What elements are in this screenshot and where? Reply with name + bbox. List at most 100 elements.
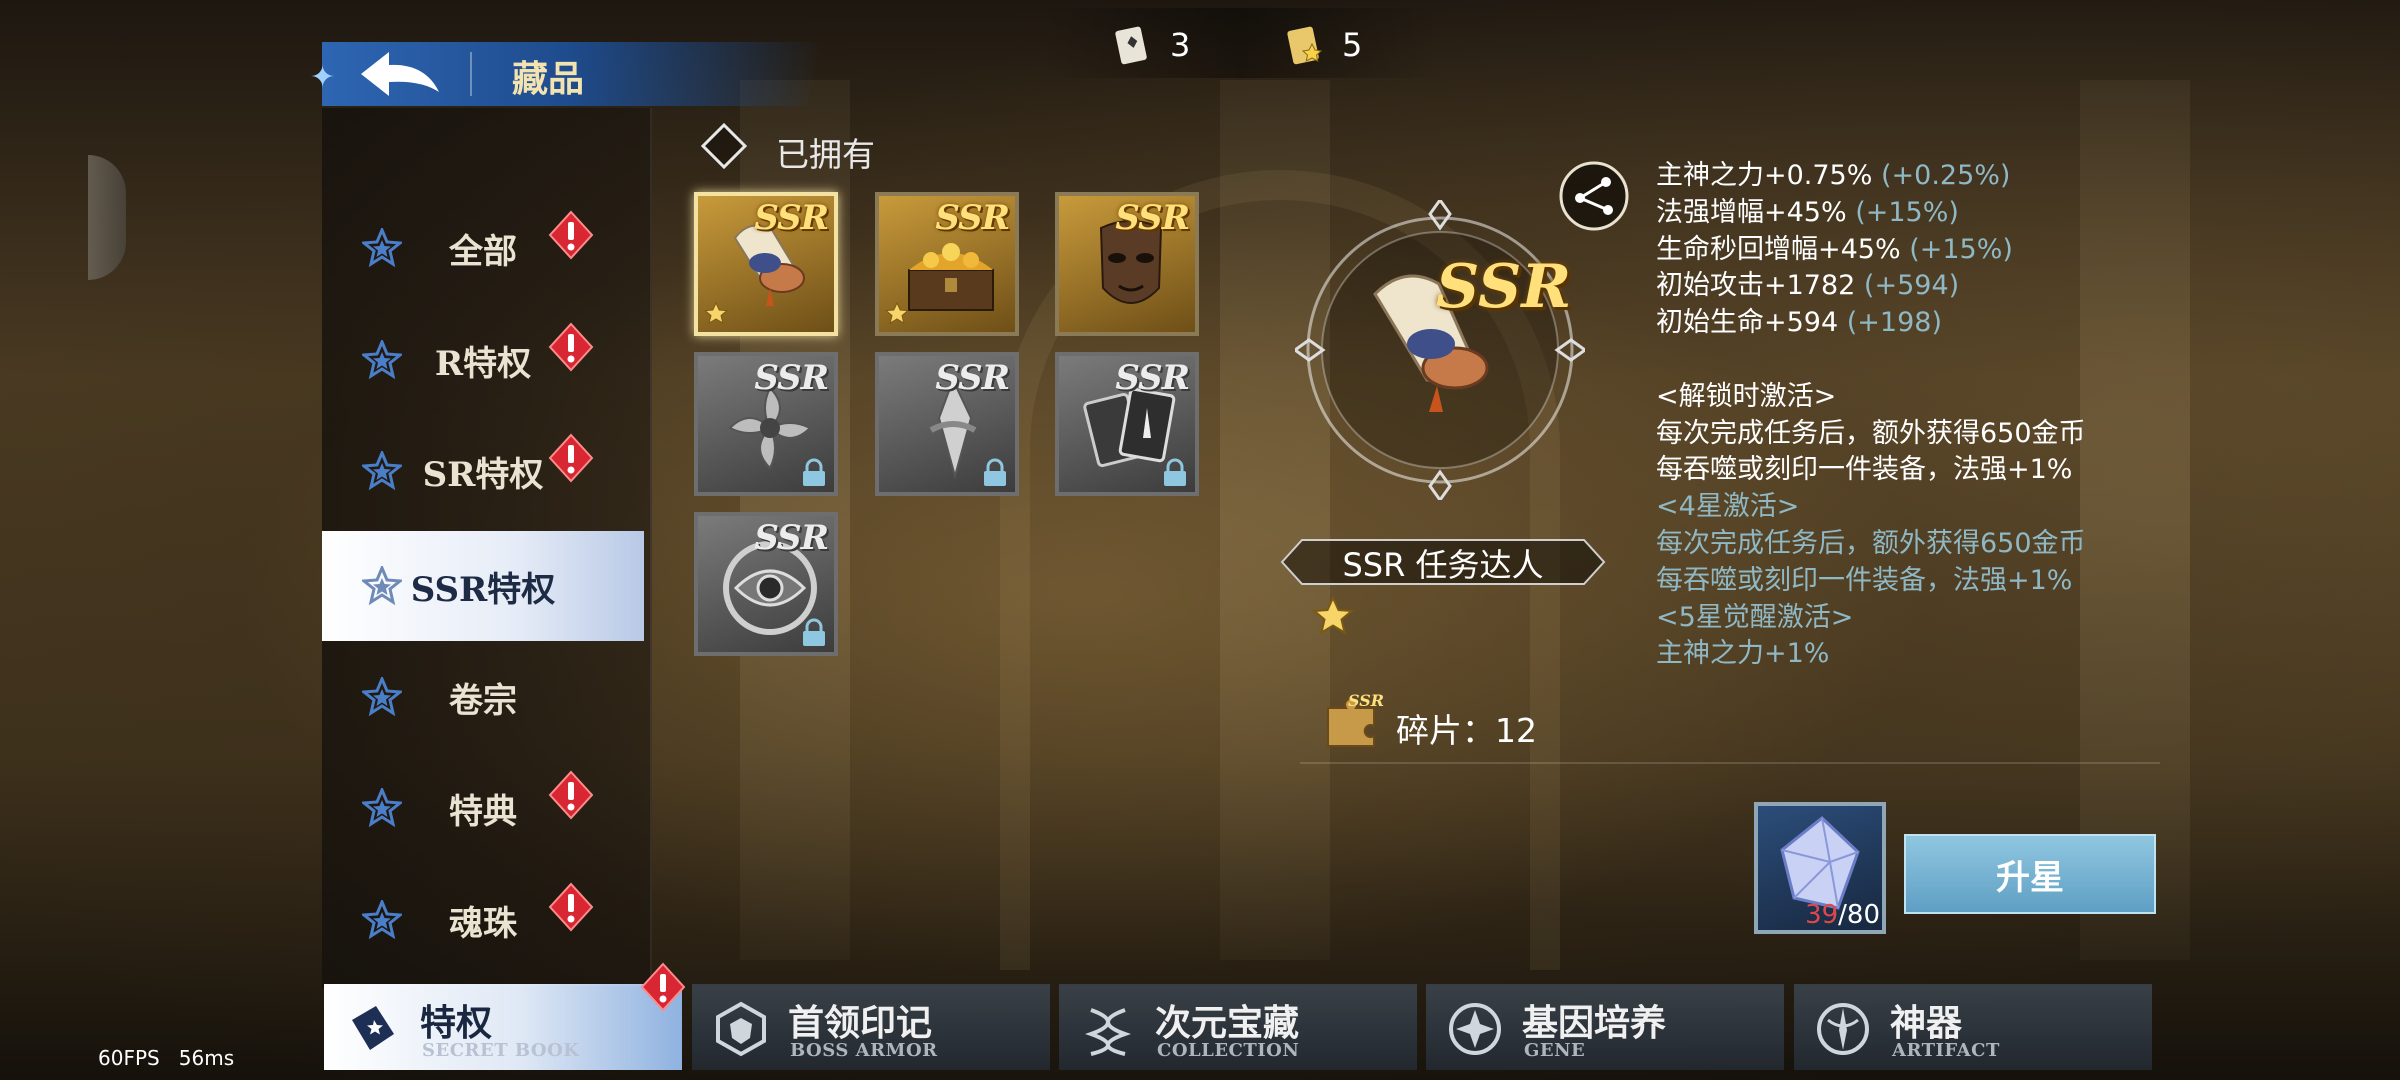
sidebar-item-special[interactable]: 特典 bbox=[322, 753, 644, 863]
helix-icon bbox=[1084, 1008, 1132, 1056]
collection-item-eye-emblem[interactable]: SSR bbox=[694, 512, 838, 656]
sidebar-item-label: SR特权 bbox=[422, 454, 544, 495]
detail-divider bbox=[1300, 762, 2160, 764]
sidebar-item-sr[interactable]: SR特权 bbox=[322, 416, 644, 526]
sidebar-item-label: 特典 bbox=[449, 791, 517, 832]
sidebar-item-soul-orb[interactable]: 魂珠 bbox=[322, 865, 644, 975]
effect-line: <4星激活> bbox=[1656, 491, 1800, 523]
detail-rarity-label: SSR bbox=[1436, 252, 1572, 322]
lock-icon bbox=[803, 458, 825, 486]
sparkle-icon: ✦ bbox=[310, 60, 336, 95]
rarity-label: SSR bbox=[1115, 198, 1190, 238]
stat-line: 生命秒回增幅+45% (+15%) bbox=[1656, 233, 2013, 265]
sidebar-item-label: 全部 bbox=[449, 231, 517, 272]
collection-item-cards[interactable]: SSR bbox=[1055, 352, 1199, 496]
card-book-icon bbox=[1115, 26, 1147, 65]
rarity-label: SSR bbox=[1115, 358, 1190, 398]
stat-line: 法强增幅+45% (+15%) bbox=[1656, 196, 1959, 228]
stat-spacer bbox=[1656, 342, 2086, 379]
sidebar-item-label: 魂珠 bbox=[449, 903, 517, 944]
item-showcase-ring bbox=[1295, 200, 1585, 500]
alert-badge-icon bbox=[548, 770, 594, 820]
sidebar-divider bbox=[650, 108, 652, 988]
sidebar-item-ssr[interactable]: SSR特权 bbox=[322, 531, 644, 641]
tab-title: 首领印记 bbox=[788, 1002, 933, 1044]
effect-line: 每次完成任务后，额外获得650金币 bbox=[1656, 417, 2086, 449]
tab-collection[interactable]: 次元宝藏 COLLECTION bbox=[1059, 984, 1417, 1070]
tab-subtitle: GENE bbox=[1524, 1040, 1586, 1061]
header-divider bbox=[470, 52, 472, 96]
tab-title: 特权 bbox=[420, 1002, 493, 1044]
resource-value: 5 bbox=[1342, 26, 1363, 64]
tab-subtitle: BOSS ARMOR bbox=[790, 1040, 938, 1061]
branch-icon[interactable] bbox=[1558, 160, 1630, 232]
star-card-icon bbox=[1287, 26, 1323, 65]
alert-badge-icon bbox=[548, 882, 594, 932]
back-arrow-icon bbox=[361, 52, 439, 96]
stat-line: 主神之力+0.75% (+0.25%) bbox=[1656, 160, 2011, 191]
alert-badge-icon bbox=[548, 322, 594, 372]
sidebar-item-all[interactable]: 全部 bbox=[322, 193, 644, 303]
effect-line: <解锁时激活> bbox=[1656, 380, 1837, 412]
owned-filter-label[interactable]: 已拥有 bbox=[776, 128, 875, 176]
side-drawer-handle[interactable] bbox=[88, 155, 126, 280]
tab-secret-book[interactable]: 特权 SECRET BOOK bbox=[324, 984, 682, 1070]
book-icon bbox=[352, 1006, 394, 1050]
sidebar-item-r[interactable]: R特权 bbox=[322, 305, 644, 415]
star-icon bbox=[885, 302, 909, 325]
background-pillar bbox=[2080, 80, 2190, 960]
star-icon bbox=[1312, 596, 1354, 635]
stats-panel: 主神之力+0.75% (+0.25%) 法强增幅+45% (+15%) 生命秒回… bbox=[1656, 158, 2086, 673]
rarity-label: SSR bbox=[754, 358, 829, 398]
sidebar-item-dossier[interactable]: 卷宗 bbox=[322, 642, 644, 752]
sidebar-item-label: 卷宗 bbox=[449, 680, 517, 721]
resource-value: 3 bbox=[1170, 26, 1191, 64]
alert-badge-icon bbox=[548, 210, 594, 260]
collection-item-mask[interactable]: SSR bbox=[1055, 192, 1199, 336]
tab-title: 次元宝藏 bbox=[1155, 1002, 1300, 1044]
tab-subtitle: SECRET BOOK bbox=[422, 1040, 580, 1061]
collection-item-scroll[interactable]: SSR bbox=[694, 192, 838, 336]
shield-hex-icon bbox=[716, 1001, 766, 1057]
upgrade-star-button[interactable]: 升星 bbox=[1904, 834, 2156, 914]
tab-artifact[interactable]: 神器 ARTIFACT bbox=[1794, 984, 2152, 1070]
artifact-icon bbox=[1817, 1003, 1869, 1055]
tab-title: 神器 bbox=[1890, 1002, 1963, 1044]
stat-line: 初始攻击+1782 (+594) bbox=[1656, 270, 1960, 302]
collection-item-blade[interactable]: SSR bbox=[875, 352, 1019, 496]
rarity-label: SSR bbox=[754, 198, 829, 238]
rarity-label: SSR bbox=[935, 358, 1010, 398]
effect-line: 主神之力+1% bbox=[1656, 638, 1830, 670]
sidebar-item-label: R特权 bbox=[434, 343, 532, 384]
alert-badge-icon bbox=[640, 962, 686, 1012]
resource-star-card[interactable]: 5 bbox=[1282, 22, 1362, 68]
lock-icon bbox=[984, 458, 1006, 486]
fps-counter: 60FPS 56ms bbox=[98, 1046, 235, 1070]
lock-icon bbox=[1164, 458, 1186, 486]
gene-star-icon bbox=[1449, 1003, 1501, 1055]
star-icon bbox=[704, 302, 728, 325]
resource-bar bbox=[1040, 8, 1440, 78]
back-button[interactable] bbox=[355, 48, 445, 100]
owned-filter-checkbox[interactable] bbox=[700, 122, 748, 170]
tab-subtitle: ARTIFACT bbox=[1892, 1040, 2000, 1061]
effect-line: 每吞噬或刻印一件装备，法强+1% bbox=[1656, 564, 2073, 596]
collection-item-shuriken[interactable]: SSR bbox=[694, 352, 838, 496]
resource-card-book[interactable]: 3 bbox=[1110, 22, 1190, 68]
rarity-label: SSR bbox=[754, 518, 829, 558]
tab-title: 基因培养 bbox=[1522, 1002, 1667, 1044]
effect-line: 每次完成任务后，额外获得650金币 bbox=[1656, 527, 2086, 559]
stat-line: 初始生命+594 (+198) bbox=[1656, 307, 1942, 339]
alert-badge-icon bbox=[548, 433, 594, 483]
svg-text:SSR: SSR bbox=[1348, 691, 1384, 710]
tab-boss-armor[interactable]: 首领印记 BOSS ARMOR bbox=[692, 984, 1050, 1070]
item-name: SSR 任务达人 bbox=[1342, 546, 1544, 584]
tab-subtitle: COLLECTION bbox=[1157, 1040, 1300, 1061]
collection-item-treasure-chest[interactable]: SSR bbox=[875, 192, 1019, 336]
rarity-label: SSR bbox=[935, 198, 1010, 238]
fragment-icon: SSR bbox=[1327, 691, 1384, 747]
effect-line: 每吞噬或刻印一件装备，法强+1% bbox=[1656, 454, 2073, 486]
page-title: 藏品 bbox=[512, 58, 585, 100]
tab-gene[interactable]: 基因培养 GENE bbox=[1426, 984, 1784, 1070]
material-count: 39/80 bbox=[1805, 900, 1880, 930]
